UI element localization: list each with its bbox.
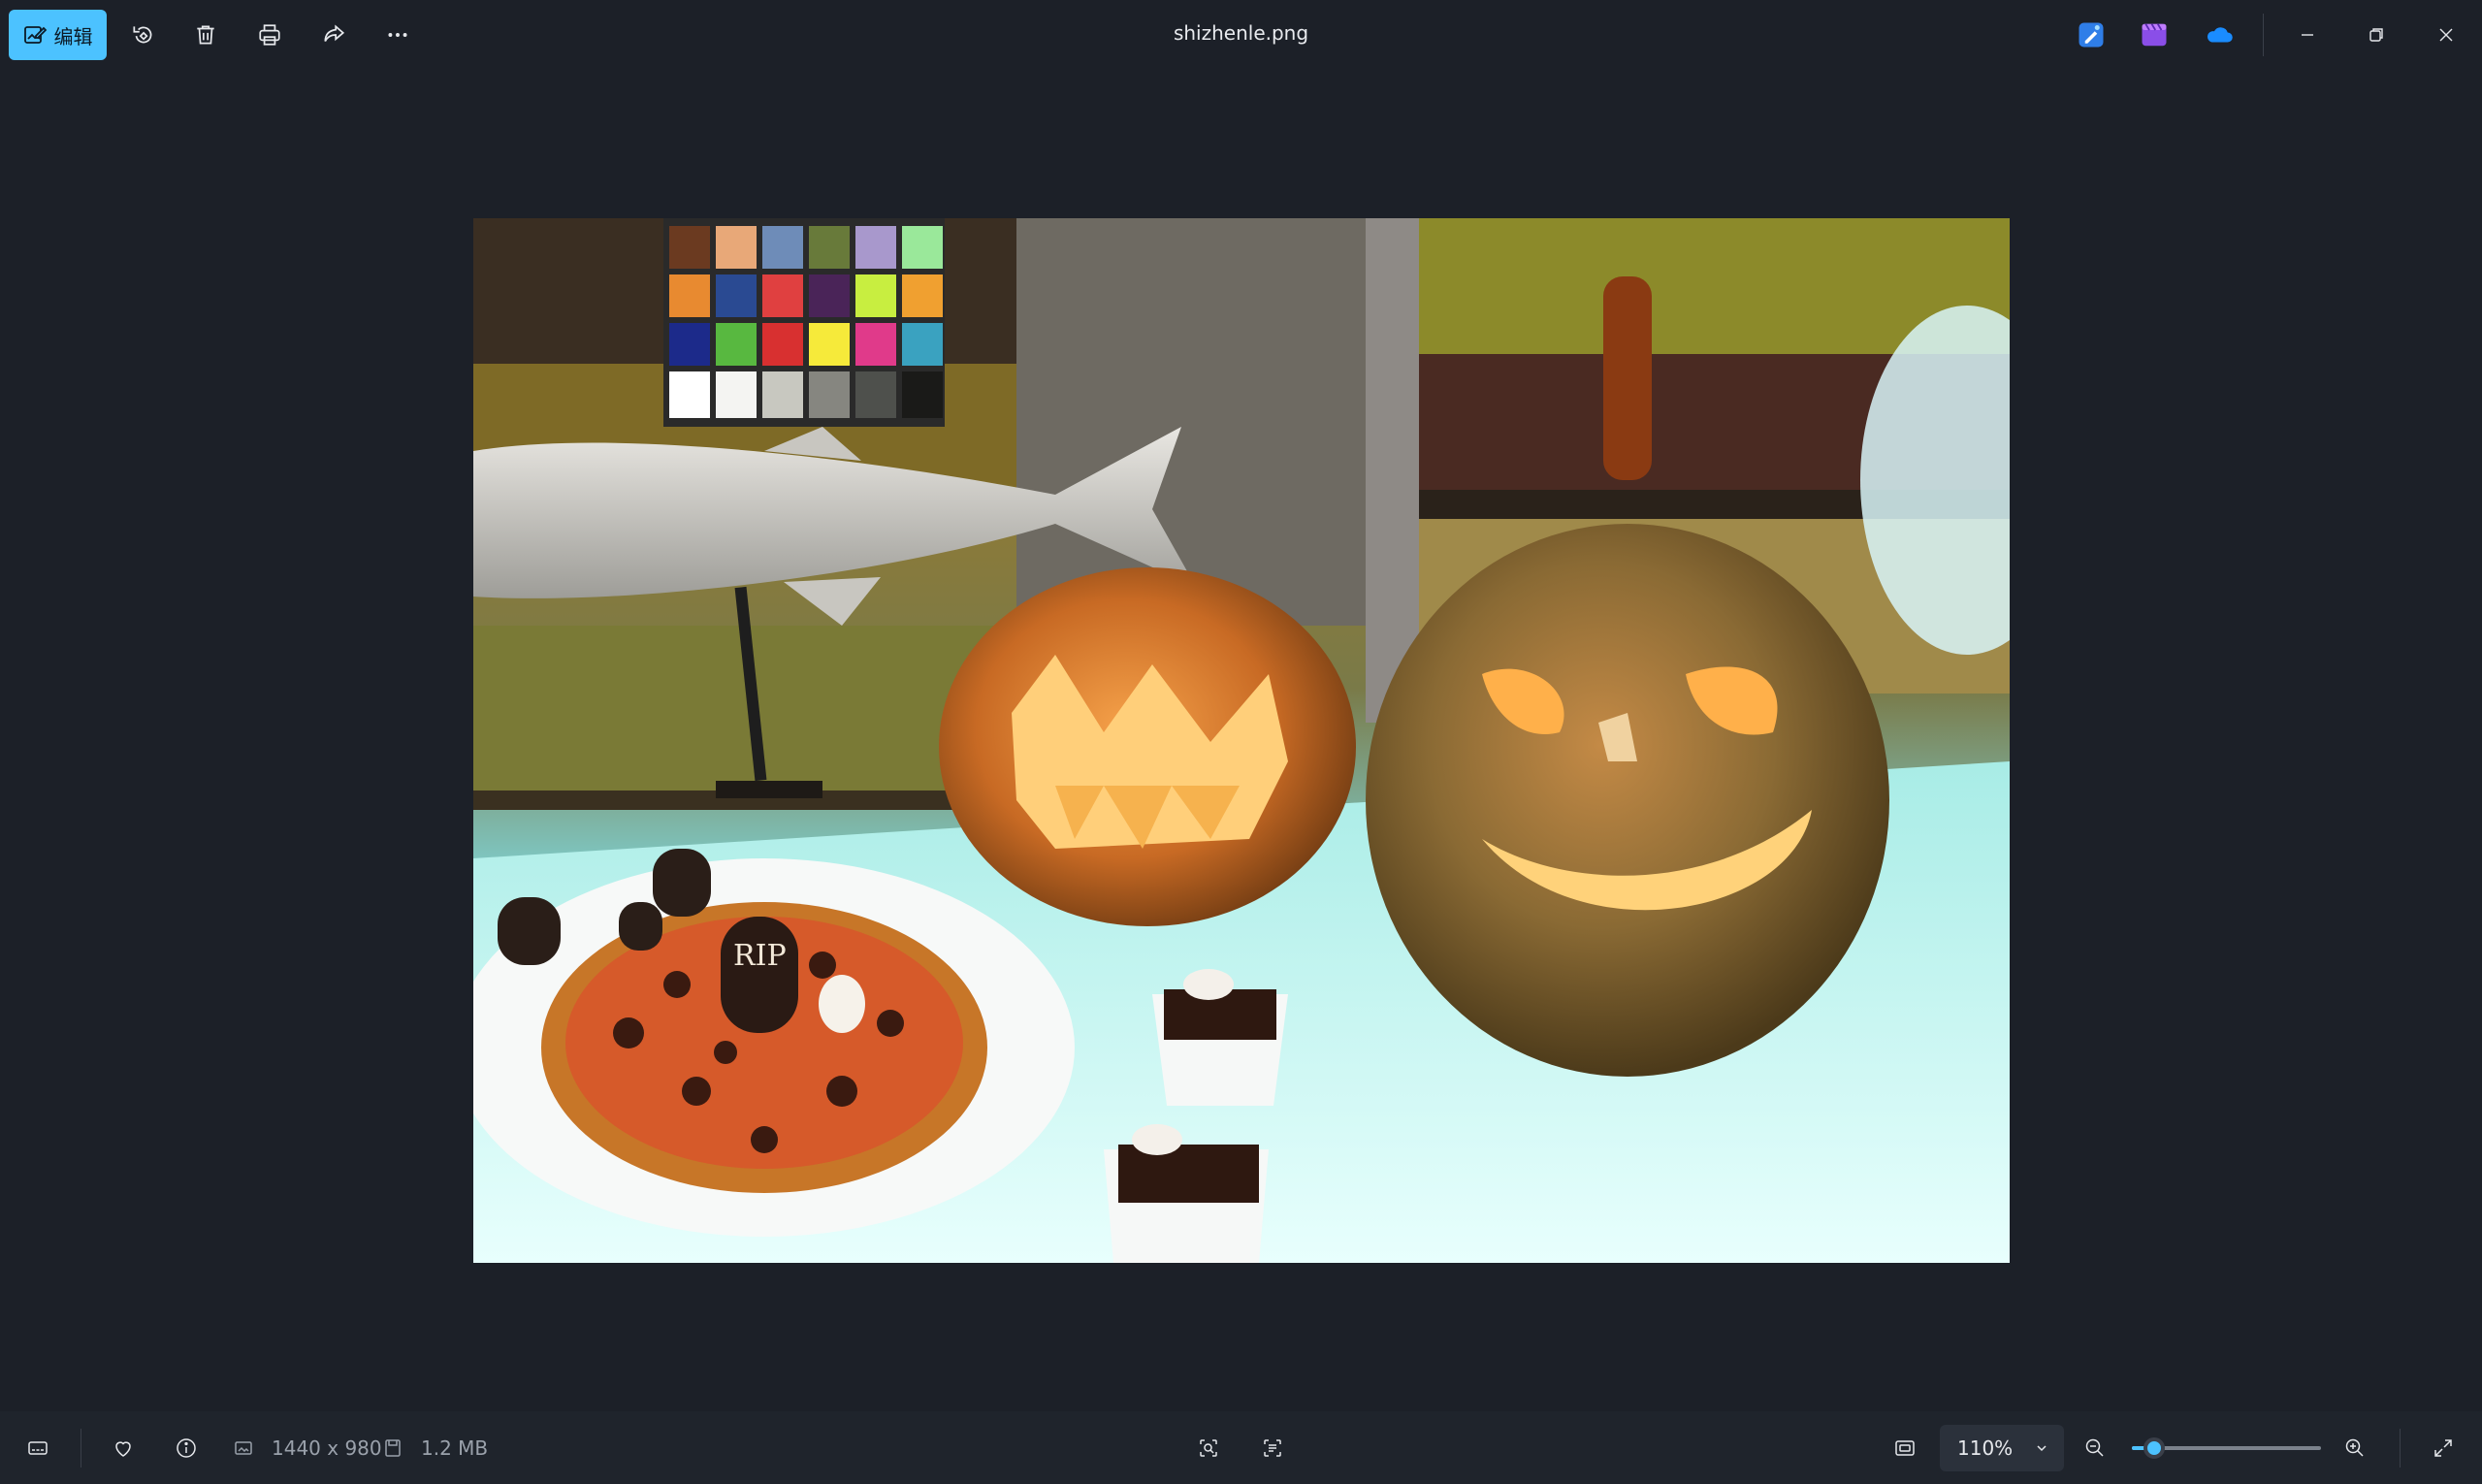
filmstrip-toggle-button[interactable] bbox=[22, 1433, 53, 1464]
restore-button[interactable] bbox=[2355, 14, 2398, 56]
onedrive-app-button[interactable] bbox=[2202, 17, 2237, 52]
fit-to-window-button[interactable] bbox=[1889, 1433, 1920, 1464]
photo-canvas[interactable]: RIP bbox=[473, 218, 2010, 1263]
clipchamp-app-button[interactable] bbox=[2137, 17, 2172, 52]
favorite-button[interactable] bbox=[108, 1433, 139, 1464]
zoom-level-value: 110% bbox=[1957, 1436, 2014, 1460]
file-size: 1.2 MB bbox=[421, 1436, 489, 1460]
file-info-button[interactable] bbox=[171, 1433, 202, 1464]
fit-window-icon bbox=[1895, 1440, 1915, 1456]
text-scan-icon bbox=[1264, 1439, 1281, 1457]
info-icon bbox=[177, 1438, 196, 1458]
designer-app-button[interactable] bbox=[2074, 17, 2109, 52]
tombstone-text: RIP bbox=[733, 939, 787, 973]
halloween-photo: RIP bbox=[473, 218, 2010, 1263]
zoom-in-button[interactable] bbox=[2339, 1433, 2370, 1464]
toolbar-divider bbox=[2263, 14, 2264, 56]
clipchamp-icon bbox=[2142, 23, 2167, 47]
close-icon bbox=[2439, 28, 2453, 42]
text-recognition-button[interactable] bbox=[1257, 1433, 1288, 1464]
color-checker bbox=[663, 218, 945, 427]
filesize-icon-wrap bbox=[378, 1433, 407, 1464]
image-dimensions: 1440 x 980 bbox=[272, 1436, 382, 1460]
zoom-out-button[interactable] bbox=[2079, 1433, 2111, 1464]
fullscreen-button[interactable] bbox=[2428, 1433, 2459, 1464]
carved-pumpkin-right bbox=[1366, 524, 1889, 1077]
onedrive-icon bbox=[2207, 27, 2233, 43]
zoom-slider[interactable] bbox=[2132, 1437, 2321, 1459]
zoom-in-icon bbox=[2345, 1438, 2364, 1457]
window-title: shizhenle.png bbox=[1173, 21, 1309, 45]
file-size-icon bbox=[385, 1439, 401, 1457]
dimensions-icon-wrap bbox=[229, 1433, 258, 1464]
heart-icon bbox=[115, 1441, 131, 1457]
minimize-button[interactable] bbox=[2286, 14, 2329, 56]
image-dimensions-icon bbox=[235, 1441, 252, 1455]
status-bar: 1440 x 980 1.2 MB 110% bbox=[0, 1411, 2482, 1484]
minimize-icon bbox=[2302, 34, 2313, 36]
zoom-out-icon bbox=[2085, 1438, 2104, 1457]
status-divider-right bbox=[2400, 1429, 2401, 1468]
zoom-slider-thumb[interactable] bbox=[2144, 1437, 2166, 1459]
restore-icon bbox=[2369, 28, 2383, 42]
top-toolbar: 编辑 shizhenle.png bbox=[0, 0, 2482, 70]
halloween-tart: RIP bbox=[473, 858, 1075, 1237]
designer-icon bbox=[2079, 22, 2104, 48]
visual-search-icon bbox=[1200, 1439, 1217, 1457]
carved-pumpkin-left bbox=[939, 567, 1356, 926]
visual-search-button[interactable] bbox=[1193, 1433, 1224, 1464]
filmstrip-icon bbox=[28, 1441, 48, 1455]
fullscreen-icon bbox=[2434, 1439, 2452, 1457]
chevron-down-icon bbox=[2037, 1445, 2047, 1452]
zoom-level-dropdown[interactable]: 110% bbox=[1940, 1425, 2064, 1471]
close-button[interactable] bbox=[2425, 14, 2467, 56]
